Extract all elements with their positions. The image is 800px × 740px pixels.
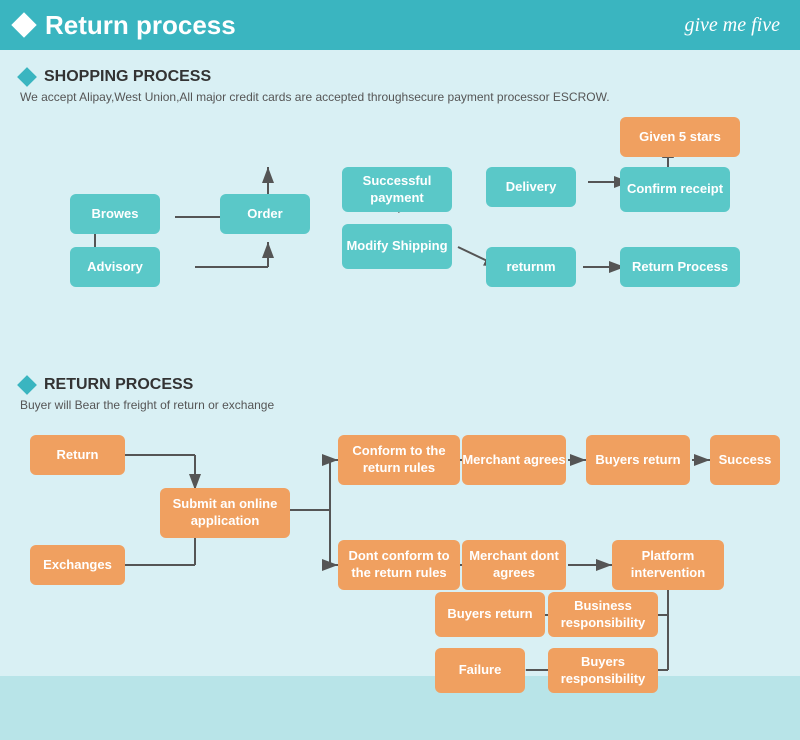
return-process-box: Return Process <box>620 247 740 287</box>
returnm-box: returnm <box>486 247 576 287</box>
shopping-section-header: SHOPPING PROCESS <box>20 68 780 86</box>
header-title: Return process <box>45 10 236 41</box>
business-responsibility-box: Business responsibility <box>548 592 658 637</box>
shopping-diamond-icon <box>17 67 37 87</box>
shopping-title: SHOPPING PROCESS <box>44 68 211 86</box>
return-description: Buyer will Bear the freight of return or… <box>20 398 780 412</box>
shopping-description: We accept Alipay,West Union,All major cr… <box>20 90 780 104</box>
buyers-return2-box: Buyers return <box>435 592 545 637</box>
buyers-responsibility-box: Buyers responsibility <box>548 648 658 693</box>
return-box: Return <box>30 435 125 475</box>
header-logo: give me five <box>685 14 781 37</box>
browes-box: Browes <box>70 194 160 234</box>
successful-payment-box: Successful payment <box>342 167 452 212</box>
return-title: RETURN PROCESS <box>44 376 193 394</box>
modify-shipping-box: Modify Shipping <box>342 224 452 269</box>
merchant-agrees-box: Merchant agrees <box>462 435 566 485</box>
content-area: SHOPPING PROCESS We accept Alipay,West U… <box>0 50 800 676</box>
dont-conform-box: Dont conform to the return rules <box>338 540 460 590</box>
return-flow: Return Exchanges Submit an online applic… <box>20 420 780 740</box>
header: Return process give me five <box>0 0 800 50</box>
return-section-header: RETURN PROCESS <box>20 376 780 394</box>
return-diamond-icon <box>17 375 37 395</box>
delivery-box: Delivery <box>486 167 576 207</box>
success-box: Success <box>710 435 780 485</box>
given-5-stars-box: Given 5 stars <box>620 117 740 157</box>
failure-box: Failure <box>435 648 525 693</box>
submit-online-box: Submit an online application <box>160 488 290 538</box>
merchant-dont-box: Merchant dont agrees <box>462 540 566 590</box>
platform-intervention-box: Platform intervention <box>612 540 724 590</box>
shopping-flow: Given 5 stars Browes Successful payment … <box>20 112 780 372</box>
exchanges-box: Exchanges <box>30 545 125 585</box>
buyers-return1-box: Buyers return <box>586 435 690 485</box>
advisory-box: Advisory <box>70 247 160 287</box>
order-box: Order <box>220 194 310 234</box>
confirm-receipt-box: Confirm receipt <box>620 167 730 212</box>
header-diamond-icon <box>11 12 36 37</box>
conform-return-box: Conform to the return rules <box>338 435 460 485</box>
